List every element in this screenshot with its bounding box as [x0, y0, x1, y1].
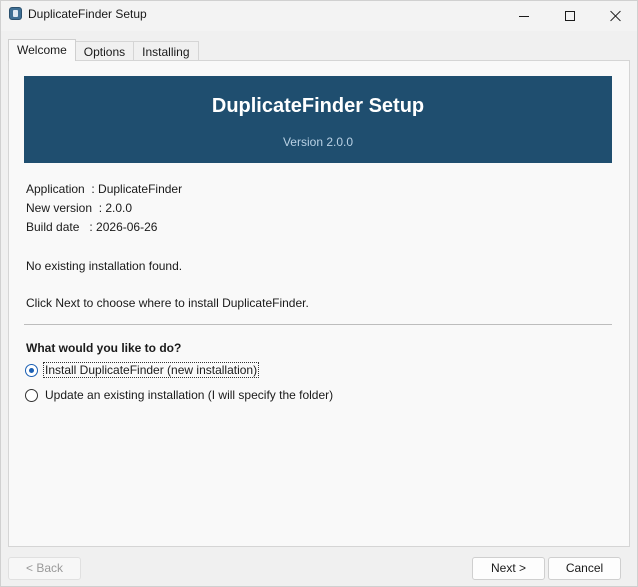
instruction-text: Click Next to choose where to install Du… [26, 296, 309, 310]
build-date-line: Build date : 2026-06-26 [26, 220, 158, 234]
install-new-label[interactable]: Install DuplicateFinder (new installatio… [42, 362, 260, 378]
installation-status: No existing installation found. [26, 259, 183, 273]
update-existing-radio[interactable] [25, 388, 38, 402]
banner-version: Version 2.0.0 [282, 135, 354, 149]
close-icon [610, 10, 622, 22]
minimize-icon [519, 15, 529, 17]
welcome-panel: DuplicateFinder Setup Version 2.0.0 Appl… [8, 60, 630, 547]
back-button[interactable]: < Back [8, 557, 81, 580]
installer-icon [9, 7, 22, 20]
window-title: DuplicateFinder Setup [28, 7, 147, 21]
divider [24, 324, 612, 325]
minimize-button[interactable] [501, 1, 547, 31]
tab-welcome[interactable]: Welcome [8, 39, 76, 61]
cancel-button[interactable]: Cancel [548, 557, 621, 580]
action-question: What would you like to do? [26, 341, 182, 355]
tab-bar: Welcome Options Installing [8, 39, 199, 61]
maximize-icon [565, 11, 575, 21]
update-existing-option[interactable]: Update an existing installation (I will … [25, 388, 334, 402]
tab-options[interactable]: Options [74, 41, 135, 61]
install-new-option[interactable]: Install DuplicateFinder (new installatio… [25, 362, 260, 378]
new-version-line: New version : 2.0.0 [26, 201, 133, 215]
close-button[interactable] [593, 1, 638, 31]
application-line: Application : DuplicateFinder [26, 182, 183, 196]
installer-window: DuplicateFinder Setup Welcome Options In… [0, 0, 638, 587]
install-new-radio[interactable] [25, 363, 38, 377]
update-existing-label[interactable]: Update an existing installation (I will … [44, 388, 334, 402]
maximize-button[interactable] [547, 1, 593, 31]
next-button[interactable]: Next > [472, 557, 545, 580]
setup-banner: DuplicateFinder Setup Version 2.0.0 [24, 76, 612, 163]
tab-installing[interactable]: Installing [133, 41, 199, 61]
banner-title: DuplicateFinder Setup [211, 95, 425, 117]
title-bar: DuplicateFinder Setup [1, 1, 637, 31]
